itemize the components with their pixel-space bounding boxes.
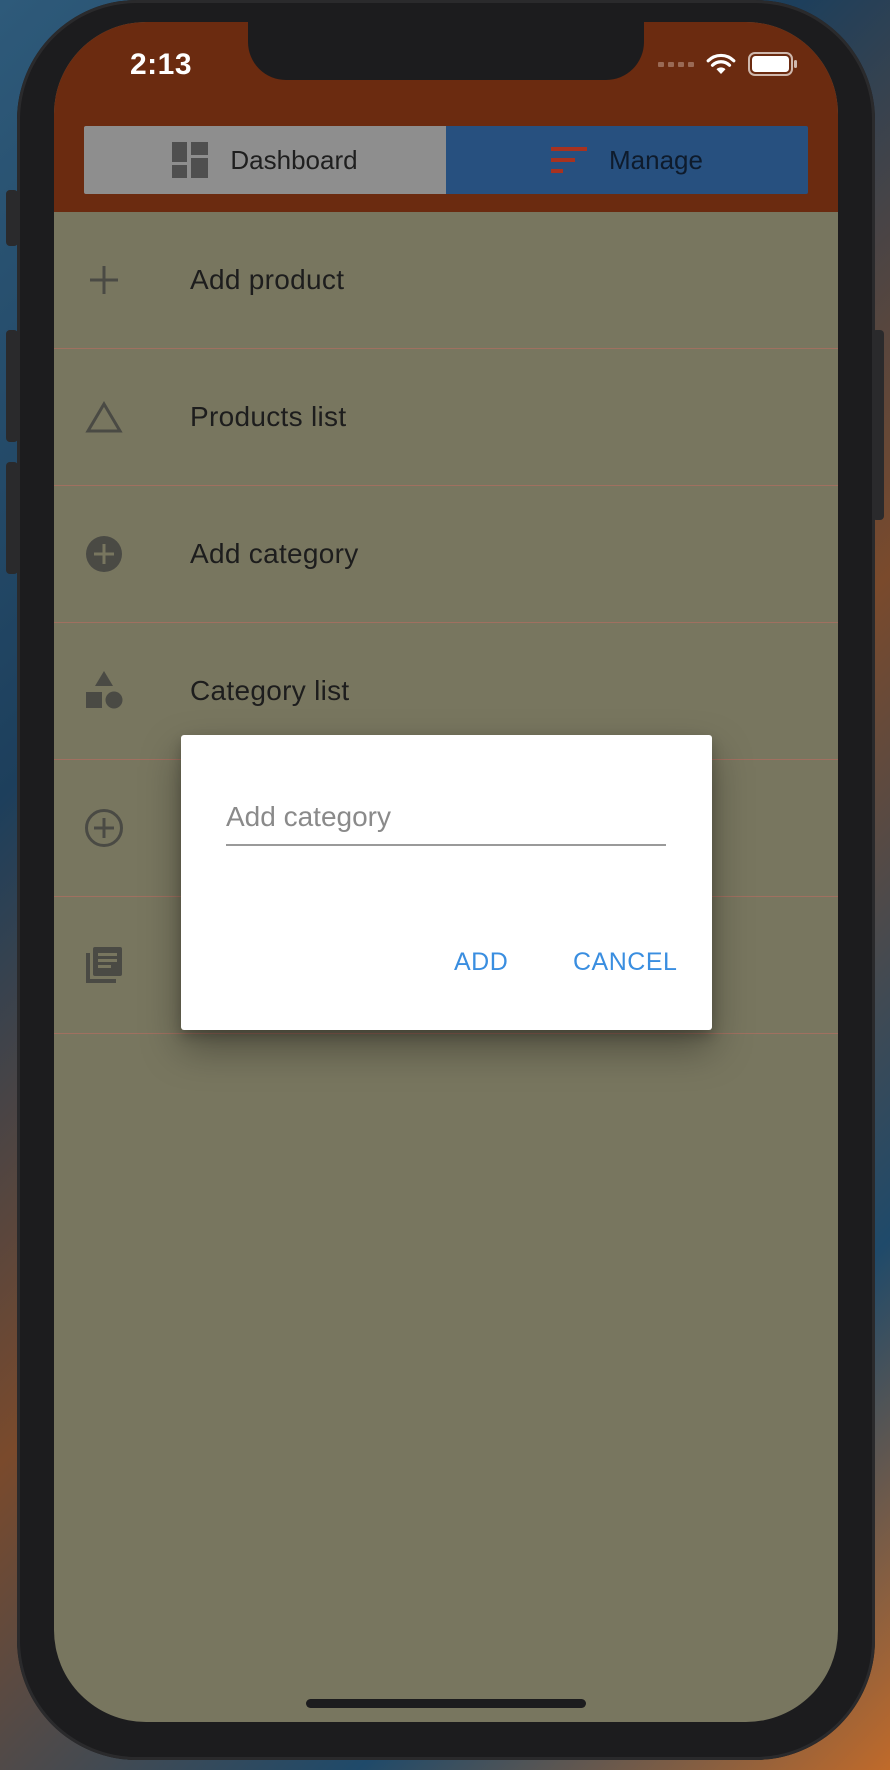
tab-dashboard[interactable]: Dashboard [84,126,446,194]
menu-item-label: Products list [190,401,347,432]
home-indicator[interactable] [306,1699,586,1708]
category-name-input[interactable] [226,790,666,846]
notch [248,22,644,80]
cellular-signal-icon [658,61,694,67]
segmented-tabs: Dashboard Manage [84,126,808,194]
plus-icon [84,260,124,300]
tab-manage-label: Manage [609,144,703,175]
tab-dashboard-label: Dashboard [230,144,358,175]
dashboard-icon [172,142,209,178]
add-button[interactable]: ADD [454,948,508,977]
plus-circle-outline-icon [84,808,124,848]
app-header: 2:13 Dashboard Manage [54,22,838,212]
menu-item-products-list[interactable]: Products list [54,349,838,486]
menu-item-add-product[interactable]: Add product [54,212,838,349]
menu-item-label: Category list [190,675,350,706]
cancel-button[interactable]: CANCEL [573,948,677,977]
triangle-outline-icon [84,397,124,437]
wifi-icon [706,53,736,74]
status-time: 2:13 [130,48,193,81]
menu-item-label: Add category [190,538,359,569]
sort-icon [551,147,588,173]
battery-icon [748,52,797,76]
plus-circle-filled-icon [84,534,124,574]
tab-manage[interactable]: Manage [446,126,808,194]
menu-item-add-category[interactable]: Add category [54,486,838,623]
category-shapes-icon [84,671,124,711]
menu-item-label: Add product [190,264,345,295]
status-icons [658,52,798,76]
library-books-icon [84,945,124,985]
add-category-dialog: ADD CANCEL [181,735,712,1030]
